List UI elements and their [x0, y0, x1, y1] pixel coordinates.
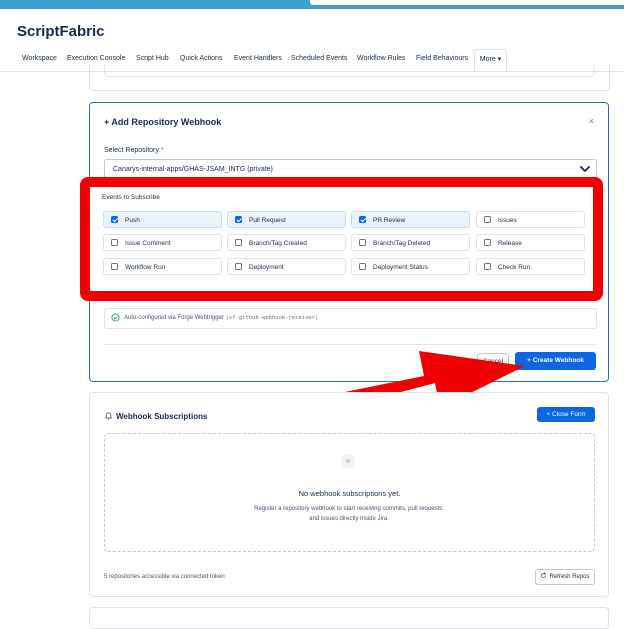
- tab-quick-actions[interactable]: Quick Actions: [180, 55, 222, 62]
- required-mark: *: [160, 147, 164, 154]
- event-pull-request[interactable]: Pull Request: [227, 211, 346, 228]
- checkbox[interactable]: [359, 239, 366, 246]
- event-pr-review[interactable]: PR Review: [351, 211, 470, 228]
- event-label: Pull Request: [249, 216, 286, 224]
- next-card: [89, 607, 609, 629]
- refresh-repos-label: Refresh Repos: [549, 574, 590, 580]
- empty-state-title: No webhook subscriptions yet.: [298, 489, 401, 498]
- event-label: Workflow Run: [125, 263, 166, 271]
- close-icon[interactable]: ×: [589, 116, 594, 126]
- event-label: Deployment Status: [373, 263, 428, 271]
- previous-card: [89, 64, 610, 91]
- chevron-down-icon: [580, 166, 590, 172]
- event-check-run[interactable]: Check Run: [476, 258, 585, 275]
- checkbox[interactable]: [484, 239, 491, 246]
- event-workflow-run[interactable]: Workflow Run: [103, 258, 222, 275]
- top-search-field[interactable]: [310, 0, 624, 5]
- subscriptions-title: Webhook Subscriptions: [104, 411, 207, 421]
- events-label: Events to Subscribe: [102, 194, 160, 201]
- bell-icon: [104, 412, 113, 420]
- event-branch-tag-created[interactable]: Branch/Tag Created: [227, 234, 346, 251]
- auto-config-notice: Auto-configured via Forge Webtrigger (sf…: [104, 308, 597, 329]
- tab-workflow-rules[interactable]: Workflow Rules: [357, 55, 406, 62]
- app-title: ScriptFabric: [17, 23, 105, 40]
- subscriptions-title-text: Webhook Subscriptions: [116, 412, 208, 421]
- event-label: Issues: [498, 216, 517, 224]
- tab-execution-console[interactable]: Execution Console: [67, 55, 125, 62]
- empty-state: No webhook subscriptions yet. Register a…: [104, 433, 595, 552]
- checkbox[interactable]: [235, 263, 242, 270]
- event-issues[interactable]: Issues: [476, 211, 585, 228]
- checkbox[interactable]: [359, 263, 366, 270]
- event-label: Issue Comment: [125, 239, 171, 247]
- checkbox[interactable]: [111, 263, 118, 270]
- refresh-icon: [541, 572, 547, 578]
- repo-label-text: Select Repository: [104, 147, 159, 154]
- create-webhook-button[interactable]: + Create Webhook: [515, 352, 596, 370]
- form-title: + Add Repository Webhook: [104, 117, 222, 127]
- repositories-accessible-text: 5 repositories accessible via connected …: [104, 574, 225, 580]
- checkbox[interactable]: [111, 239, 118, 246]
- event-label: Release: [498, 239, 522, 247]
- event-push[interactable]: Push: [103, 211, 222, 228]
- auto-config-text: Auto-configured via Forge Webtrigger (sf…: [124, 315, 318, 321]
- event-label: Check Run: [498, 263, 531, 271]
- previous-card-inner: [104, 64, 595, 77]
- auto-config-label: Auto-configured via Forge Webtrigger: [124, 315, 224, 321]
- empty-state-description: Register a repository webhook to start r…: [254, 506, 444, 522]
- checkbox[interactable]: [235, 239, 242, 246]
- cancel-button[interactable]: Cancel: [477, 353, 509, 371]
- tab-workspace[interactable]: Workspace: [22, 55, 57, 62]
- event-deployment-status[interactable]: Deployment Status: [351, 258, 470, 275]
- top-bar: [0, 0, 624, 9]
- repo-label: Select Repository *: [104, 147, 164, 154]
- add-webhook-form: + Add Repository Webhook × Select Reposi…: [89, 102, 609, 382]
- checkbox[interactable]: [359, 216, 366, 223]
- event-label: PR Review: [373, 216, 406, 224]
- divider: [104, 344, 595, 345]
- event-label: Branch/Tag Created: [249, 239, 307, 247]
- tab-field-behaviours[interactable]: Field Behaviours: [416, 55, 468, 62]
- checkbox[interactable]: [111, 216, 118, 223]
- webtrigger-key: (sf-github-webhook-receiver): [225, 315, 319, 321]
- repository-select[interactable]: Canarys-internal-apps/GHAS-JSAM_INTG (pr…: [104, 159, 597, 180]
- event-branch-tag-deleted[interactable]: Branch/Tag Deleted: [351, 234, 470, 251]
- checkbox[interactable]: [484, 216, 491, 223]
- tab-event-handlers[interactable]: Event Handlers: [234, 55, 282, 62]
- event-release[interactable]: Release: [476, 234, 585, 251]
- event-label: Deployment: [249, 263, 284, 271]
- close-form-button[interactable]: × Close Form: [537, 407, 595, 422]
- event-deployment[interactable]: Deployment: [227, 258, 346, 275]
- event-issue-comment[interactable]: Issue Comment: [103, 234, 222, 251]
- empty-state-icon: [341, 454, 355, 468]
- tab-scheduled-events[interactable]: Scheduled Events: [291, 55, 347, 62]
- event-label: Push: [125, 216, 140, 224]
- check-circle-icon: [111, 313, 120, 322]
- checkbox[interactable]: [235, 216, 242, 223]
- webhook-subscriptions-card: Webhook Subscriptions × Close Form No we…: [89, 392, 609, 597]
- event-label: Branch/Tag Deleted: [373, 239, 431, 247]
- tab-script-hub[interactable]: Script Hub: [136, 55, 169, 62]
- checkbox[interactable]: [484, 263, 491, 270]
- repository-select-value: Canarys-internal-apps/GHAS-JSAM_INTG (pr…: [113, 166, 273, 173]
- refresh-repos-button[interactable]: Refresh Repos: [535, 569, 595, 585]
